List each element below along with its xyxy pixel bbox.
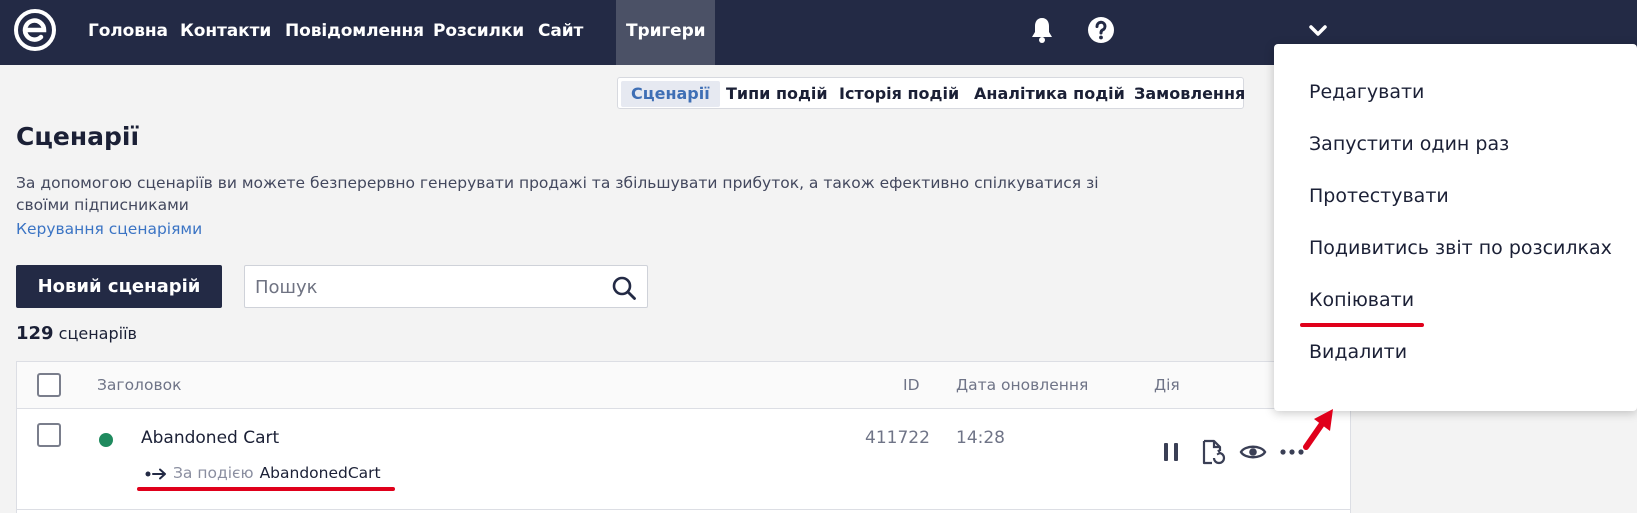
table-row: Abandoned Cart За подією AbandonedCart 41… <box>17 410 1350 510</box>
tab-event-types[interactable]: Типи подій <box>716 81 838 107</box>
menu-item-copy[interactable]: Копіювати <box>1309 289 1414 311</box>
menu-item-delete[interactable]: Видалити <box>1309 341 1407 363</box>
new-scenario-button[interactable]: Новий сценарій <box>16 265 222 308</box>
table-header: Заголовок ID Дата оновлення Дія <box>17 362 1350 409</box>
scenario-count-number: 129 <box>16 323 54 344</box>
scenario-title[interactable]: Abandoned Cart <box>141 428 279 448</box>
trigger-event-name[interactable]: AbandonedCart <box>260 464 381 482</box>
bell-icon[interactable] <box>1027 15 1057 45</box>
scenario-id: 411722 <box>865 428 930 448</box>
menu-item-view-report[interactable]: Подивитись звіт по розсилках <box>1309 237 1612 259</box>
select-all-checkbox[interactable] <box>37 373 61 397</box>
column-header-title[interactable]: Заголовок <box>97 376 181 394</box>
highlight-underline-trigger <box>137 487 395 491</box>
scenario-count-label: сценаріїв <box>58 324 137 343</box>
trigger-arrow-icon <box>145 468 166 479</box>
tab-orders[interactable]: Замовлення <box>1124 81 1255 107</box>
scenario-updated-date: 14:28 <box>956 428 1005 448</box>
column-header-id[interactable]: ID <box>903 376 920 394</box>
highlight-underline-copy <box>1300 323 1424 327</box>
row-checkbox[interactable] <box>37 423 61 447</box>
search-input[interactable] <box>255 274 595 300</box>
search-box <box>244 265 648 308</box>
nav-item-home[interactable]: Головна <box>88 0 168 65</box>
nav-item-triggers[interactable]: Тригери <box>616 0 716 65</box>
nav-item-campaigns[interactable]: Розсилки <box>433 0 524 65</box>
pause-icon[interactable] <box>1157 438 1185 466</box>
nav-item-messages[interactable]: Повідомлення <box>285 0 424 65</box>
trigger-label: За подією <box>173 464 254 482</box>
actions-dropdown-menu: Редагувати Запустити один раз Протестува… <box>1274 44 1637 411</box>
tab-scenarios[interactable]: Сценарії <box>621 81 720 107</box>
manage-scenarios-link[interactable]: Керування сценаріями <box>16 220 202 238</box>
eye-icon[interactable] <box>1239 438 1267 466</box>
search-icon[interactable] <box>611 275 637 301</box>
help-icon[interactable] <box>1086 15 1116 45</box>
menu-item-test[interactable]: Протестувати <box>1309 185 1449 207</box>
red-pointer-arrow-icon <box>1303 409 1333 450</box>
logo-icon[interactable] <box>14 9 56 51</box>
column-header-date[interactable]: Дата оновлення <box>956 376 1088 394</box>
page-description: За допомогою сценаріїв ви можете безпере… <box>16 174 1099 214</box>
page-title: Сценарії <box>16 122 140 151</box>
tab-event-history[interactable]: Історія подій <box>829 81 969 107</box>
scenario-trigger: За подією AbandonedCart <box>145 464 381 482</box>
document-refresh-icon[interactable] <box>1199 438 1227 466</box>
nav-item-contacts[interactable]: Контакти <box>180 0 271 65</box>
menu-item-edit[interactable]: Редагувати <box>1309 81 1424 103</box>
column-header-action: Дія <box>1154 376 1180 394</box>
status-active-dot <box>99 433 113 447</box>
subtabs-bar: Сценарії Типи подій Історія подій Аналіт… <box>617 77 1245 109</box>
menu-item-run-once[interactable]: Запустити один раз <box>1309 133 1509 155</box>
nav-item-site[interactable]: Сайт <box>538 0 583 65</box>
scenario-count: 129 сценаріїв <box>16 323 137 344</box>
chevron-down-icon[interactable] <box>1303 15 1333 45</box>
tab-event-analytics[interactable]: Аналітика подій <box>964 81 1135 107</box>
